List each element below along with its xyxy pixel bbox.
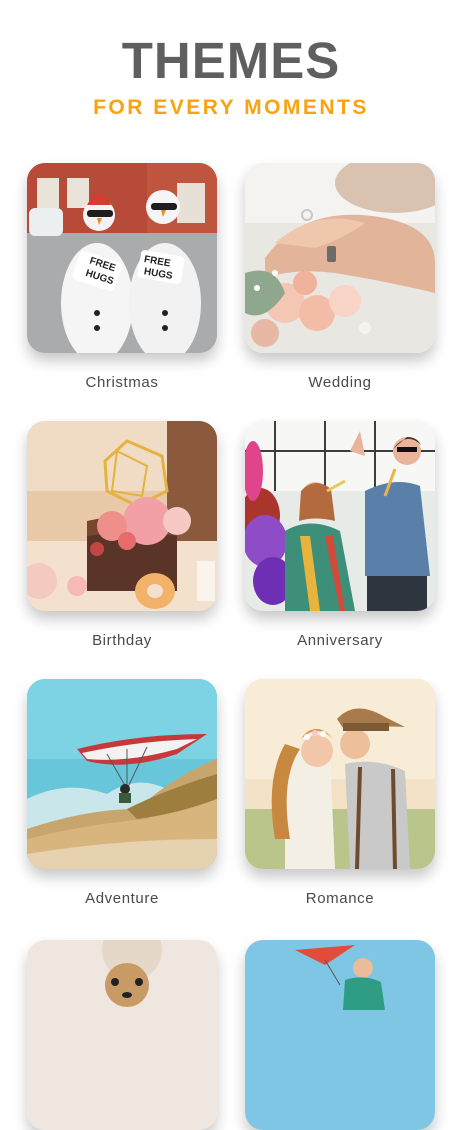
theme-label-romance: Romance bbox=[305, 890, 375, 907]
wedding-photo bbox=[245, 163, 435, 353]
partial-photo-left bbox=[27, 940, 217, 1130]
theme-label-anniversary: Anniversary bbox=[297, 632, 383, 649]
christmas-photo: FREE HUGS FREE HUGS bbox=[27, 163, 217, 353]
page-title: THEMES bbox=[121, 32, 341, 89]
theme-card-partial-left[interactable] bbox=[27, 940, 217, 1130]
theme-card-adventure[interactable] bbox=[27, 679, 217, 869]
theme-label-christmas: Christmas bbox=[85, 374, 159, 391]
theme-label-adventure: Adventure bbox=[85, 890, 159, 907]
theme-label-birthday: Birthday bbox=[92, 632, 152, 649]
birthday-photo bbox=[27, 421, 217, 611]
page-subtitle: FOR EVERY MOMENTS bbox=[93, 96, 369, 119]
theme-card-partial-right[interactable] bbox=[245, 940, 435, 1130]
theme-card-birthday[interactable] bbox=[27, 421, 217, 611]
theme-label-wedding: Wedding bbox=[308, 374, 372, 391]
theme-card-romance[interactable] bbox=[245, 679, 435, 869]
adventure-photo bbox=[27, 679, 217, 869]
theme-card-anniversary[interactable] bbox=[245, 421, 435, 611]
anniversary-photo bbox=[245, 421, 435, 611]
theme-card-wedding[interactable] bbox=[245, 163, 435, 353]
partial-photo-right bbox=[245, 940, 435, 1130]
romance-photo bbox=[245, 679, 435, 869]
theme-card-christmas[interactable]: FREE HUGS FREE HUGS bbox=[27, 163, 217, 353]
